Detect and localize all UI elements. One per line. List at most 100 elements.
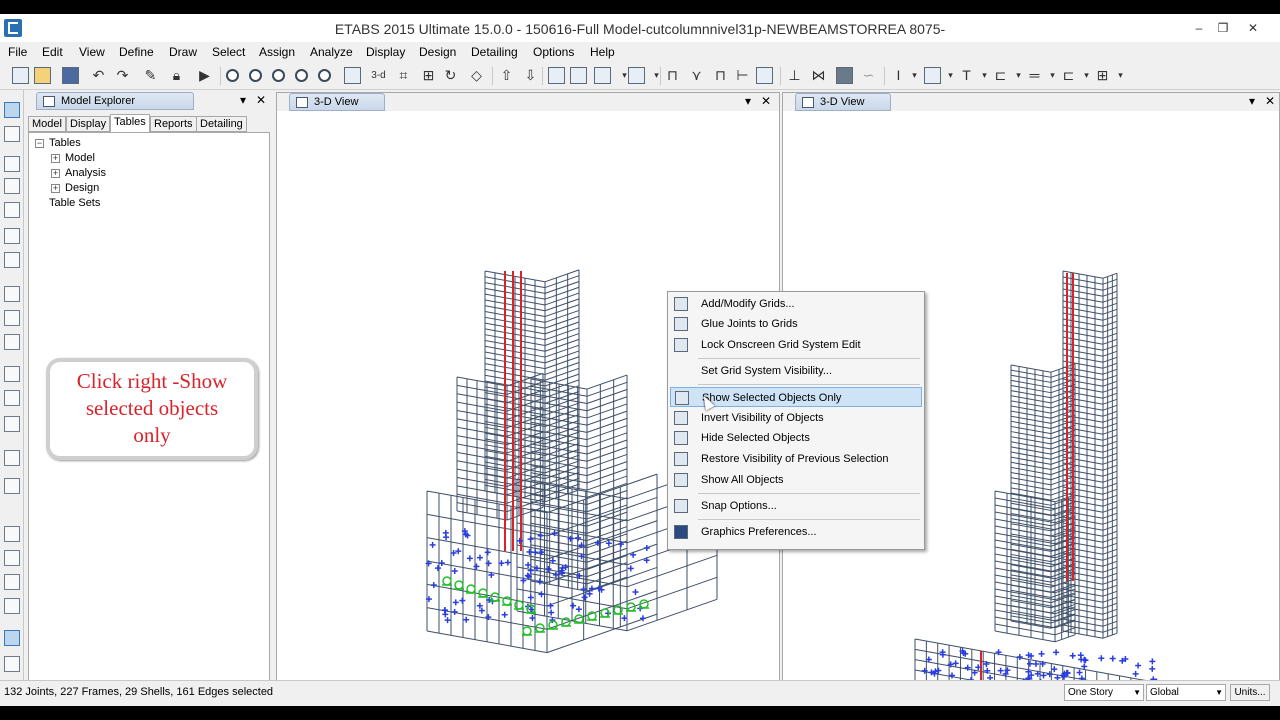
show-undeformed-icon[interactable] bbox=[594, 67, 611, 84]
draw-column-tool-icon[interactable] bbox=[4, 202, 20, 218]
quick-wall-icon[interactable] bbox=[4, 390, 20, 406]
lock-icon[interactable]: 🔒︎ bbox=[168, 67, 185, 84]
new-model-icon[interactable] bbox=[12, 67, 29, 84]
link-icon[interactable]: ∽ bbox=[860, 67, 877, 84]
maximize-button[interactable]: ❐ bbox=[1208, 14, 1238, 42]
snap-perpendicular-icon[interactable] bbox=[4, 598, 20, 614]
frame-load-icon[interactable]: T bbox=[958, 67, 975, 84]
redo-icon[interactable]: ↷ bbox=[114, 67, 131, 84]
close-button[interactable]: ✕ bbox=[1238, 14, 1268, 42]
tab-display[interactable]: Display bbox=[66, 116, 111, 132]
show-deformed-icon[interactable] bbox=[628, 67, 645, 84]
menu-edit[interactable]: Edit bbox=[42, 45, 63, 59]
draw-brace-tool-icon[interactable] bbox=[4, 252, 20, 268]
menu-assign[interactable]: Assign bbox=[259, 45, 295, 59]
move-up-icon[interactable]: ⇧ bbox=[498, 67, 515, 84]
explorer-pin-button[interactable]: ▾ bbox=[240, 93, 246, 107]
joint-load-icon[interactable]: ⊏ bbox=[992, 67, 1009, 84]
right-view-pin-button[interactable]: ▾ bbox=[1249, 94, 1255, 108]
draw-rect-floor-icon[interactable] bbox=[4, 310, 20, 326]
menu-item-glue-joints[interactable]: Glue Joints to Grids bbox=[670, 314, 922, 334]
frame-release-icon[interactable]: I bbox=[890, 67, 907, 84]
object-shrink-icon[interactable] bbox=[548, 67, 565, 84]
save-model-icon[interactable] bbox=[62, 67, 79, 84]
dropdown-9-icon[interactable]: ▾ bbox=[1112, 67, 1129, 84]
left-view-close-button[interactable]: ✕ bbox=[761, 94, 771, 108]
zoom-window-icon[interactable] bbox=[226, 69, 239, 82]
line-load-icon[interactable]: ═ bbox=[1026, 67, 1043, 84]
zoom-previous-icon[interactable] bbox=[318, 69, 331, 82]
tab-detailing[interactable]: Detailing bbox=[196, 116, 247, 132]
menu-options[interactable]: Options bbox=[533, 45, 574, 59]
rotate-view-icon[interactable]: ↻ bbox=[442, 67, 459, 84]
draw-joint-icon[interactable] bbox=[4, 156, 20, 172]
move-down-icon[interactable]: ⇩ bbox=[522, 67, 539, 84]
snap-grid-icon[interactable] bbox=[4, 630, 20, 646]
dropdown-2-icon[interactable]: ▾ bbox=[648, 67, 665, 84]
frame-section-icon[interactable]: ⋈ bbox=[810, 67, 827, 84]
right-view-tab[interactable]: 3-D View bbox=[795, 93, 891, 111]
pan-icon[interactable] bbox=[344, 67, 361, 84]
perspective-icon[interactable]: ◇ bbox=[468, 67, 485, 84]
collapse-icon[interactable]: − bbox=[35, 139, 44, 148]
design-icon[interactable]: ⊞ bbox=[1094, 67, 1111, 84]
expand-icon[interactable]: + bbox=[51, 184, 60, 193]
menu-item-invert-visibility[interactable]: Invert Visibility of Objects bbox=[670, 408, 922, 428]
expand-icon[interactable]: + bbox=[51, 154, 60, 163]
draw-beam-icon[interactable]: ⊓ bbox=[712, 67, 729, 84]
draw-floor-icon[interactable] bbox=[4, 286, 20, 302]
coordinate-system-select[interactable]: Global ▼ bbox=[1146, 684, 1226, 701]
model-explorer-header[interactable]: Model Explorer bbox=[36, 92, 194, 110]
menu-item-graphics-preferences[interactable]: Graphics Preferences... bbox=[670, 522, 922, 542]
snap-lines-icon[interactable] bbox=[4, 656, 20, 672]
quick-floor-icon[interactable] bbox=[4, 334, 20, 350]
dropdown-5-icon[interactable]: ▾ bbox=[976, 67, 993, 84]
dropdown-3-icon[interactable]: ▾ bbox=[906, 67, 923, 84]
menu-help[interactable]: Help bbox=[590, 45, 615, 59]
left-view-tab[interactable]: 3-D View bbox=[289, 93, 385, 111]
shell-section-icon[interactable] bbox=[836, 67, 853, 84]
left-view-pin-button[interactable]: ▾ bbox=[745, 94, 751, 108]
menu-item-restore-visibility[interactable]: Restore Visibility of Previous Selection bbox=[670, 449, 922, 469]
menu-design[interactable]: Design bbox=[419, 45, 456, 59]
plan-view-icon[interactable]: ⌗ bbox=[395, 67, 412, 84]
menu-item-hide-selected[interactable]: Hide Selected Objects bbox=[670, 428, 922, 448]
menu-item-show-all[interactable]: Show All Objects bbox=[670, 470, 922, 490]
open-model-icon[interactable] bbox=[34, 67, 51, 84]
zoom-out-icon[interactable] bbox=[272, 69, 285, 82]
run-analysis-icon[interactable]: ▶ bbox=[196, 67, 213, 84]
pencil-icon[interactable]: ✎ bbox=[142, 67, 159, 84]
draw-opening-icon[interactable] bbox=[4, 416, 20, 432]
menu-select[interactable]: Select bbox=[212, 45, 245, 59]
zoom-restore-icon[interactable] bbox=[295, 69, 308, 82]
table-icon[interactable]: ⊏ bbox=[1060, 67, 1077, 84]
elevation-view-icon[interactable]: ⊞ bbox=[420, 67, 437, 84]
menu-item-lock-grid[interactable]: Lock Onscreen Grid System Edit bbox=[670, 335, 922, 355]
snap-ends-icon[interactable] bbox=[4, 550, 20, 566]
set-display-icon[interactable] bbox=[570, 67, 587, 84]
menu-item-grid-visibility[interactable]: Set Grid System Visibility... bbox=[670, 361, 922, 381]
draw-wall-tool-icon[interactable] bbox=[4, 366, 20, 382]
menu-define[interactable]: Define bbox=[119, 45, 154, 59]
units-button[interactable]: Units... bbox=[1230, 684, 1270, 701]
menu-view[interactable]: View bbox=[79, 45, 105, 59]
draw-dimension-icon[interactable] bbox=[4, 450, 20, 466]
story-select[interactable]: One Story ▼ bbox=[1064, 684, 1144, 701]
area-load-icon[interactable] bbox=[924, 67, 941, 84]
reshape-icon[interactable] bbox=[4, 126, 20, 142]
undo-icon[interactable]: ↶ bbox=[90, 67, 107, 84]
dropdown-8-icon[interactable]: ▾ bbox=[1078, 67, 1095, 84]
menu-item-add-modify-grids[interactable]: Add/Modify Grids... bbox=[670, 294, 922, 314]
snap-intersection-icon[interactable] bbox=[4, 574, 20, 590]
explorer-close-button[interactable]: ✕ bbox=[256, 93, 266, 107]
draw-column-icon[interactable]: ⊢ bbox=[734, 67, 751, 84]
draw-frame-icon[interactable]: ⊓ bbox=[664, 67, 681, 84]
draw-line-icon[interactable] bbox=[4, 178, 20, 194]
snap-points-icon[interactable] bbox=[4, 526, 20, 542]
zoom-in-icon[interactable] bbox=[249, 69, 262, 82]
menu-file[interactable]: File bbox=[8, 45, 27, 59]
menu-detailing[interactable]: Detailing bbox=[471, 45, 518, 59]
restraint-icon[interactable]: ⊥ bbox=[786, 67, 803, 84]
menu-draw[interactable]: Draw bbox=[169, 45, 197, 59]
3d-view-icon[interactable]: 3-d bbox=[370, 67, 387, 84]
